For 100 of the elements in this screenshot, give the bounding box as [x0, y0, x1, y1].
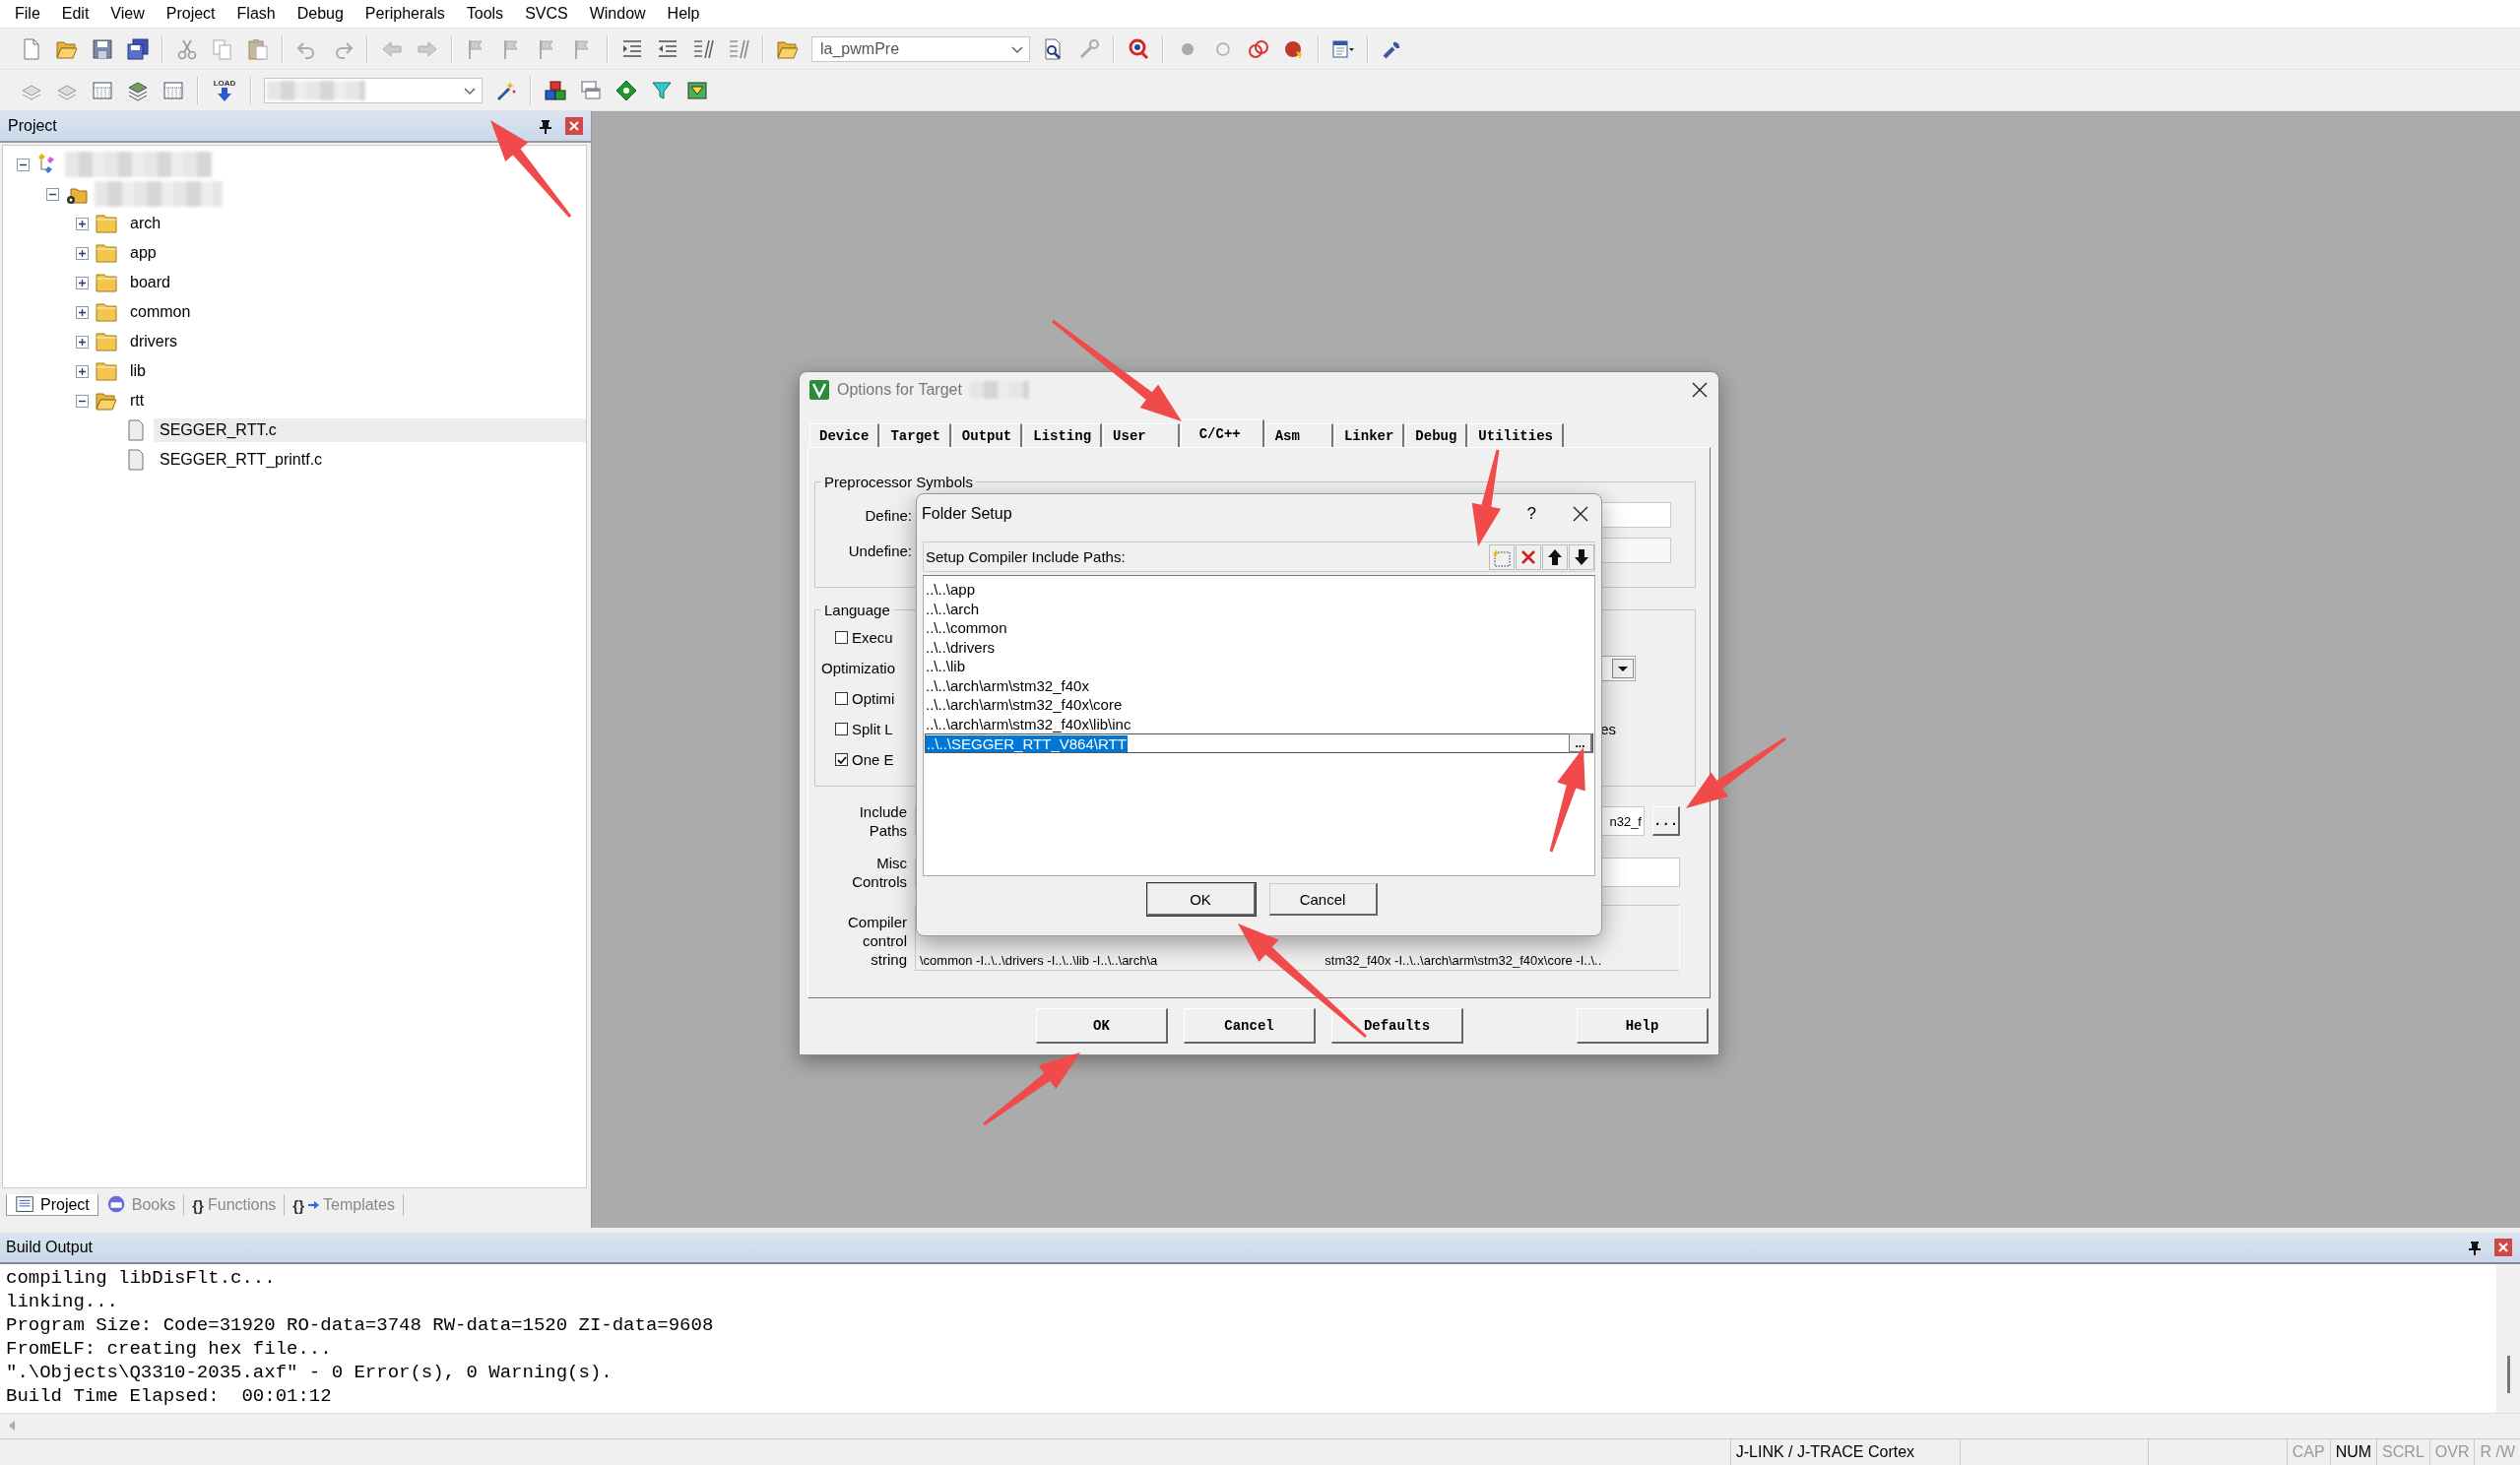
pin-icon[interactable] — [2467, 1240, 2483, 1255]
tree-item[interactable]: arch — [124, 212, 167, 235]
target-dropdown[interactable]: la_pwmPre — [811, 35, 1030, 62]
dialog-button[interactable]: Cancel — [1268, 883, 1378, 916]
dialog-button[interactable]: OK — [1036, 1008, 1168, 1044]
field-label: Include Paths — [858, 802, 907, 840]
path-item[interactable]: ..\..\arch\arm\stm32_f40x\lib\inc — [926, 714, 1592, 733]
checkbox[interactable] — [835, 692, 848, 705]
path-item[interactable]: ..\..\common — [926, 618, 1592, 638]
toolbar-button[interactable] — [1542, 543, 1568, 570]
plus-box-icon[interactable] — [76, 335, 89, 349]
key-indicator: SCRL — [2382, 1443, 2424, 1461]
log-line: Program Size: Code=31920 RO-data=3748 RW-data=1520 ZI-data=9608 — [6, 1313, 715, 1337]
dialog-tab[interactable]: Listing — [1023, 423, 1103, 447]
tree-item[interactable]: drivers — [124, 330, 183, 353]
braces-icon: {} — [192, 1196, 204, 1214]
dialog-button[interactable]: Defaults — [1331, 1008, 1463, 1044]
checkbox[interactable] — [835, 753, 848, 766]
dialog-tab[interactable]: User — [1103, 423, 1180, 447]
dialog-tab[interactable]: Target — [880, 423, 951, 447]
field-value: n32_f — [1609, 813, 1642, 829]
dialog-tab[interactable]: Linker — [1333, 423, 1405, 447]
plus-box-icon[interactable] — [76, 217, 89, 230]
folder-icon — [95, 330, 118, 353]
dialog-tab[interactable]: Output — [951, 423, 1023, 447]
dialog-tab[interactable]: Debug — [1405, 423, 1468, 447]
panel-tab[interactable]: {} Functions — [184, 1194, 286, 1216]
menu-item[interactable]: File — [4, 5, 51, 23]
checkbox-label: Optimi — [852, 690, 895, 707]
path-item[interactable]: ..\..\lib — [926, 657, 1592, 676]
menu-item[interactable]: Flash — [226, 5, 287, 23]
tree-item[interactable]: rtt — [124, 389, 151, 413]
minus-box-icon[interactable] — [17, 158, 30, 171]
dialog-tab[interactable]: C/C++ — [1180, 419, 1264, 447]
close-icon[interactable] — [1572, 505, 1589, 523]
app-logo-icon — [809, 380, 829, 400]
folder-icon — [95, 212, 118, 235]
panel-title: Project — [8, 117, 58, 135]
save-icon[interactable] — [91, 36, 114, 61]
path-item[interactable]: ..\..\arch\arm\stm32_f40x\core — [926, 695, 1592, 715]
log-line: linking... — [6, 1290, 120, 1313]
diamond-icon[interactable] — [614, 78, 638, 102]
tree-item[interactable]: board — [124, 271, 176, 294]
plus-box-icon[interactable] — [76, 364, 89, 378]
dialog-button[interactable]: Help — [1577, 1008, 1709, 1044]
tree-item[interactable]: app — [124, 241, 162, 265]
browse-button[interactable]: ... — [1569, 733, 1592, 753]
stacked-windows-icon[interactable] — [579, 78, 603, 102]
menu-item[interactable]: Peripherals — [354, 5, 456, 23]
minus-box-icon[interactable] — [46, 187, 59, 201]
dialog-button[interactable]: Cancel — [1184, 1008, 1316, 1044]
path-edit-field[interactable]: ..\..\SEGGER_RTT_V864\RTT ... — [925, 733, 1593, 753]
dialog-button[interactable]: OK — [1146, 883, 1256, 916]
save-all-icon[interactable] — [126, 36, 150, 61]
path-item[interactable]: ..\..\arch — [926, 599, 1592, 618]
menu-item[interactable]: Project — [155, 5, 226, 23]
panel-title: Build Output — [6, 1239, 95, 1256]
checkbox[interactable] — [835, 723, 848, 735]
toolbar-button[interactable] — [1569, 543, 1594, 570]
field-label: Define: — [864, 506, 912, 524]
tree-item[interactable]: SEGGER_RTT_printf.c — [154, 448, 329, 472]
browse-button[interactable]: ... — [1652, 806, 1680, 836]
pin-icon[interactable] — [538, 118, 553, 134]
group-title: Language — [823, 602, 891, 618]
load-button[interactable]: LOAD — [211, 79, 238, 101]
dialog-title: Options for Target — [837, 381, 962, 399]
tree-item[interactable]: common — [124, 300, 197, 324]
menu-item[interactable]: SVCS — [514, 5, 579, 23]
scrollbar-thumb[interactable] — [2506, 1356, 2510, 1393]
menu-item[interactable]: Debug — [286, 5, 355, 23]
clipboard-icon[interactable] — [246, 36, 270, 61]
compiler-string: \common -I..\..\drivers -I..\..\lib -I..\..\arch\a — [920, 953, 1158, 968]
help-button[interactable]: ? — [1526, 504, 1536, 524]
panel-tab[interactable]: Project — [6, 1194, 98, 1216]
menu-item[interactable]: Window — [578, 5, 657, 23]
path-item[interactable]: ..\..\arch\arm\stm32_f40x — [926, 675, 1592, 695]
close-icon[interactable] — [1691, 381, 1709, 399]
tree-item[interactable]: lib — [124, 359, 152, 383]
minus-box-icon[interactable] — [76, 394, 89, 408]
plus-box-icon[interactable] — [76, 246, 89, 260]
menu-item[interactable]: Edit — [50, 5, 100, 23]
dialog-tab[interactable]: Asm — [1264, 423, 1333, 447]
check-mark-icon — [836, 754, 847, 765]
colored-blocks-icon[interactable] — [544, 78, 567, 102]
path-item[interactable]: ..\..\SEGGER_RTT_V864\RTT — [926, 734, 1128, 752]
dialog-tab[interactable]: Device — [809, 423, 880, 447]
checkbox[interactable] — [835, 631, 848, 644]
magnifier-icon[interactable] — [1127, 36, 1150, 61]
menu-item[interactable]: View — [99, 5, 156, 23]
path-item[interactable]: ..\..\app — [926, 580, 1592, 600]
key-indicator: CAP — [2292, 1443, 2325, 1461]
menu-item[interactable]: Help — [656, 5, 711, 23]
tree-item[interactable]: SEGGER_RTT.c — [154, 418, 586, 442]
menu-item[interactable]: Tools — [455, 5, 515, 23]
path-item[interactable]: ..\..\drivers — [926, 637, 1592, 657]
checkbox-label: One E — [852, 751, 894, 768]
plus-box-icon[interactable] — [76, 276, 89, 289]
dialog-tab[interactable]: Utilities — [1468, 423, 1564, 447]
panel-tab[interactable]: {} Templates — [285, 1194, 404, 1216]
plus-box-icon[interactable] — [76, 305, 89, 319]
